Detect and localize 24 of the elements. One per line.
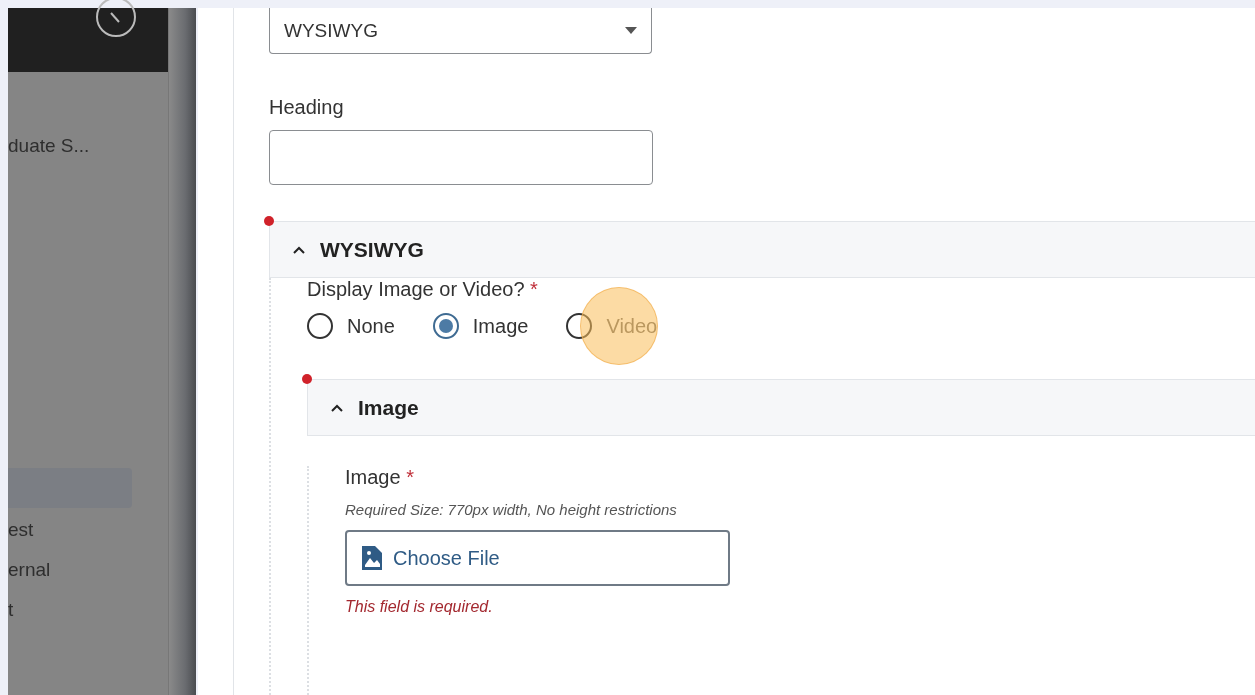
section-header[interactable]: WYSIWYG [269,221,1255,278]
field-label: Heading [269,96,345,119]
field-label: Image * [345,466,415,489]
sidebar-item[interactable]: ernal [8,550,168,590]
sidebar-item[interactable]: duate S... [8,126,168,166]
sidebar-item[interactable]: t [8,590,168,630]
radio-option[interactable]: Image [432,313,529,339]
image-file-icon [361,545,383,571]
dropdown-caret-icon [625,27,637,34]
type-dropdown[interactable]: WYSIWYG [269,8,652,54]
section-header[interactable]: Image [307,379,1255,436]
section-title: Image [358,395,419,420]
section-title: WYSIWYG [320,237,424,262]
sidebar-item[interactable]: est [8,510,168,550]
hint-text: Required Size: 770px width, No height restrictions [345,501,678,518]
required-dot [264,216,274,226]
choose-file-button[interactable]: Choose File [345,530,730,586]
required-dot [302,374,312,384]
field-label: Display Image or Video? * [307,278,538,300]
radio-option[interactable]: None [307,313,395,339]
error-message: This field is required. [345,598,494,616]
heading-input-field[interactable] [269,130,653,185]
collapse-caret-icon[interactable] [292,244,306,255]
collapse-caret-icon[interactable] [330,402,344,413]
